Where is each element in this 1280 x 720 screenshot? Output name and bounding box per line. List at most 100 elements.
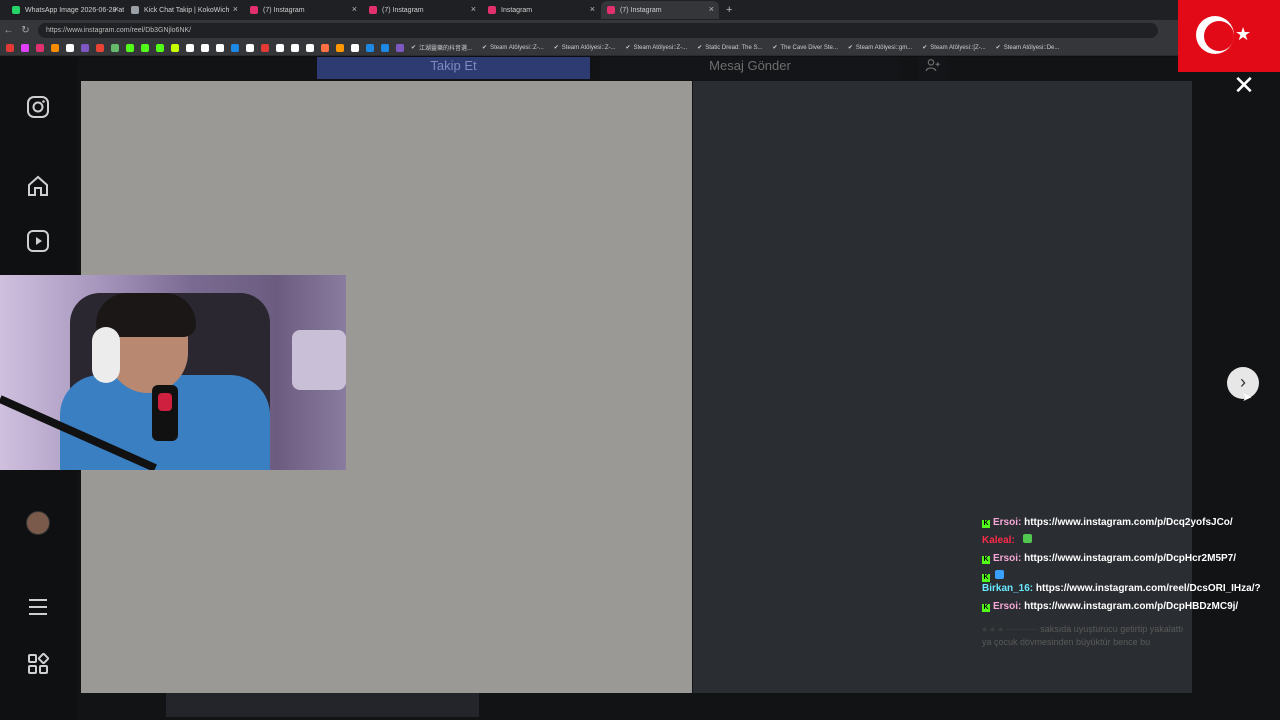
home-icon[interactable] [25,174,51,200]
bookmark-icon[interactable] [351,43,359,52]
bookmark-item[interactable]: ✔ Steam Atölyesi::gm... [848,44,913,52]
add-user-icon[interactable] [918,57,948,79]
bookmark-item[interactable]: ✔ Static Dread: The S... [697,44,763,52]
browser-tab[interactable]: (7) Instagram × [363,1,481,19]
mouse-cursor-icon: ➤ [1242,390,1253,404]
bookmark-icon[interactable] [396,43,404,52]
bookmark-icon[interactable] [246,43,254,52]
tab-close-icon[interactable]: × [709,4,714,14]
background-post-strip [166,693,479,717]
browser-tab[interactable]: (7) Instagram × [601,1,719,19]
browser-tab[interactable]: Kick Chat Takip | KokoWich × [125,1,243,19]
bookmark-icon[interactable] [156,43,164,52]
bookmark-icon[interactable] [21,43,29,52]
message-button[interactable]: Mesaj Gönder [600,57,900,79]
bookmark-icon[interactable] [36,43,44,52]
bookmark-label: Static Dread: The S... [705,44,763,51]
bookmark-item[interactable]: ✔ Steam Atölyesi::Z-... [625,44,687,52]
chat-username: Ersoi: [993,517,1022,528]
bookmark-icon[interactable] [201,43,209,52]
bookmark-item[interactable]: ✔ 江湖靈樂的抖音選... [411,43,472,52]
chat-username: Birkan_16: [982,583,1034,594]
bookmark-icon[interactable] [261,43,269,52]
tab-close-icon[interactable]: × [233,4,238,14]
stream-chat-overlay: K Ersoi: https://www.instagram.com/p/Dcq2… [982,515,1272,649]
browser-tab[interactable]: WhatsApp Image 2026-06-28 at 0 × [6,1,124,19]
chat-message-faded: ya çocuk dövmesinden büyüktür bence bu [982,637,1151,647]
bookmark-icon[interactable] [51,43,59,52]
back-icon[interactable]: ← [0,25,17,36]
browser-tab[interactable]: Instagram × [482,1,600,19]
chat-text: https://www.instagram.com/p/DcpHBDzMC9j/ [1021,601,1239,612]
chat-text: https://www.instagram.com/p/Dcq2yofsJCo/ [1021,517,1233,528]
bookmark-icon[interactable] [321,43,329,52]
chat-username: Kaleal: [982,535,1015,546]
streamer-webcam [0,275,346,470]
star-icon: ★ [1235,24,1252,44]
bookmark-icon[interactable] [6,43,14,52]
bookmark-label: The Cave Diver Ste... [780,44,838,51]
bookmark-icon[interactable] [306,43,314,52]
steam-icon: ✔ [697,45,703,51]
bookmark-icon[interactable] [141,43,149,52]
chat-message: K Ersoi: https://www.instagram.com/p/DcpH… [982,551,1272,569]
steam-icon: ✔ [995,45,1001,51]
chat-text: saksıda uyuşturucu getirtip yakalattı [1040,624,1184,634]
steam-icon: ✔ [772,45,778,51]
bookmark-label: 江湖靈樂的抖音選... [419,46,473,52]
new-tab-button[interactable]: + [726,4,732,16]
bookmark-icon[interactable] [126,43,134,52]
bookmark-icon[interactable] [81,43,89,52]
bookmark-icon[interactable] [291,43,299,52]
tab-favicon-icon [369,6,377,14]
kick-badge-icon: K [982,556,990,564]
profile-avatar[interactable] [26,511,50,535]
address-bar-row: ← ↻ https://www.instagram.com/reel/Db3GN… [0,20,1280,40]
bookmark-icon[interactable] [66,43,74,52]
bookmark-icon[interactable] [216,43,224,52]
tab-title: Kick Chat Takip | KokoWich [144,6,230,14]
bookmark-item[interactable]: ✔ The Cave Diver Ste... [772,44,838,52]
browser-tab[interactable]: (7) Instagram × [244,1,362,19]
follow-button[interactable]: Takip Et [317,57,590,79]
bookmark-item[interactable]: ✔ Steam Atölyesi::[Z-... [922,44,985,52]
bookmark-icon[interactable] [366,43,374,52]
steam-icon: ✔ [922,45,928,51]
tab-title: (7) Instagram [382,6,424,14]
instagram-logo-icon[interactable] [25,95,51,121]
reload-icon[interactable]: ↻ [17,25,34,36]
bookmark-item[interactable]: ✔ Steam Atölyesi::Z-... [482,44,544,52]
bookmark-icon[interactable] [336,43,344,52]
chat-message: Birkan_16: https://www.instagram.com/ree… [982,581,1272,599]
close-icon[interactable]: ✕ [1230,70,1258,101]
bookmark-icon[interactable] [171,43,179,52]
tab-close-icon[interactable]: × [590,4,595,14]
steam-icon: ✔ [411,45,417,51]
tab-title: Instagram [501,6,533,14]
bookmark-icon[interactable] [276,43,284,52]
bookmark-item[interactable]: ✔ Steam Atölyesi::Z-... [554,44,616,52]
bookmark-icon[interactable] [231,43,239,52]
url-input[interactable]: https://www.instagram.com/reel/Db3GNjlo6… [38,22,1158,38]
webcam-pillow [292,330,346,390]
tab-favicon-icon [607,6,615,14]
tab-close-icon[interactable]: × [352,4,357,14]
bookmarks-bar: ✔ 江湖靈樂的抖音選... ✔ Steam Atölyesi::Z-... ✔ Steam… [0,40,1280,56]
reels-icon[interactable] [25,229,51,255]
bookmark-icon[interactable] [381,43,389,52]
chat-badges-row: K [982,569,1272,582]
tab-title: (7) Instagram [620,6,662,14]
tab-close-icon[interactable]: × [114,4,119,14]
bookmark-icon[interactable] [186,43,194,52]
bookmark-item[interactable]: ✔ Steam Atölyesi::De... [995,44,1060,52]
bookmark-label: Steam Atölyesi::gm... [855,44,913,51]
menu-icon[interactable] [25,595,51,621]
tab-close-icon[interactable]: × [471,4,476,14]
chat-message: K Ersoi: https://www.instagram.com/p/DcpH… [982,599,1272,617]
tab-favicon-icon [488,6,496,14]
apps-grid-icon[interactable] [25,652,51,678]
bookmark-icon[interactable] [96,43,104,52]
headphones-icon [92,327,120,383]
steam-icon: ✔ [625,45,631,51]
bookmark-icon[interactable] [111,43,119,52]
